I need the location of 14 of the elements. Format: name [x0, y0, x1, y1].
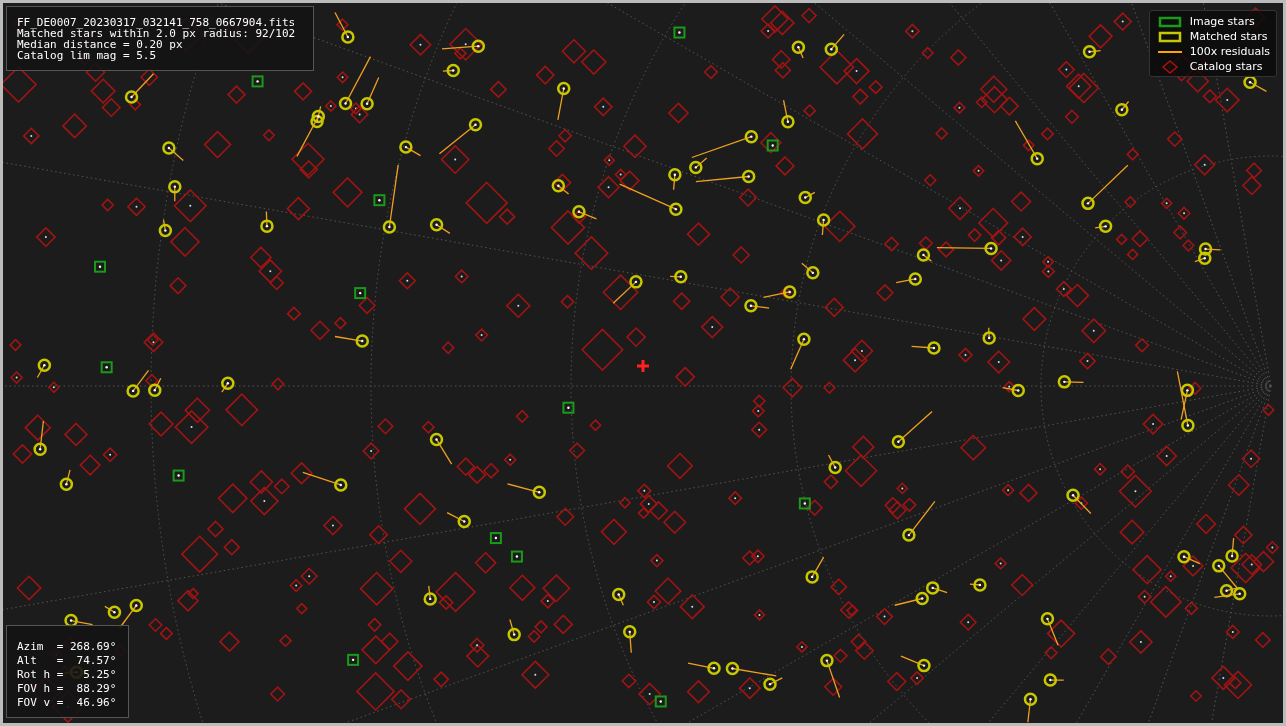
pointing-text: Rot h = 5.25° [17, 668, 117, 681]
pointing-text: FOV v = 46.96° [17, 696, 117, 709]
legend-label: Catalog stars [1189, 60, 1264, 74]
pointing-text: Azim = 268.69° [17, 640, 117, 653]
legend-label: Matched stars [1189, 30, 1269, 44]
pointing-text: Alt = 74.57° [17, 654, 117, 667]
info-text: Catalog lim mag = 5.5 [17, 50, 158, 61]
center-cross-icon [635, 358, 651, 374]
info-text: Median distance = 0.20 px [17, 39, 183, 50]
info-text: Matched stars within 2.0 px radius: 92/102 [17, 28, 296, 39]
pointing-text: FOV h = 88.29° [17, 682, 117, 695]
info-text: FF_DE0007_20230317_032141_758_0667904.fits [17, 17, 296, 28]
legend-label: Image stars [1189, 15, 1256, 29]
legend-label: 100x residuals [1189, 45, 1270, 59]
